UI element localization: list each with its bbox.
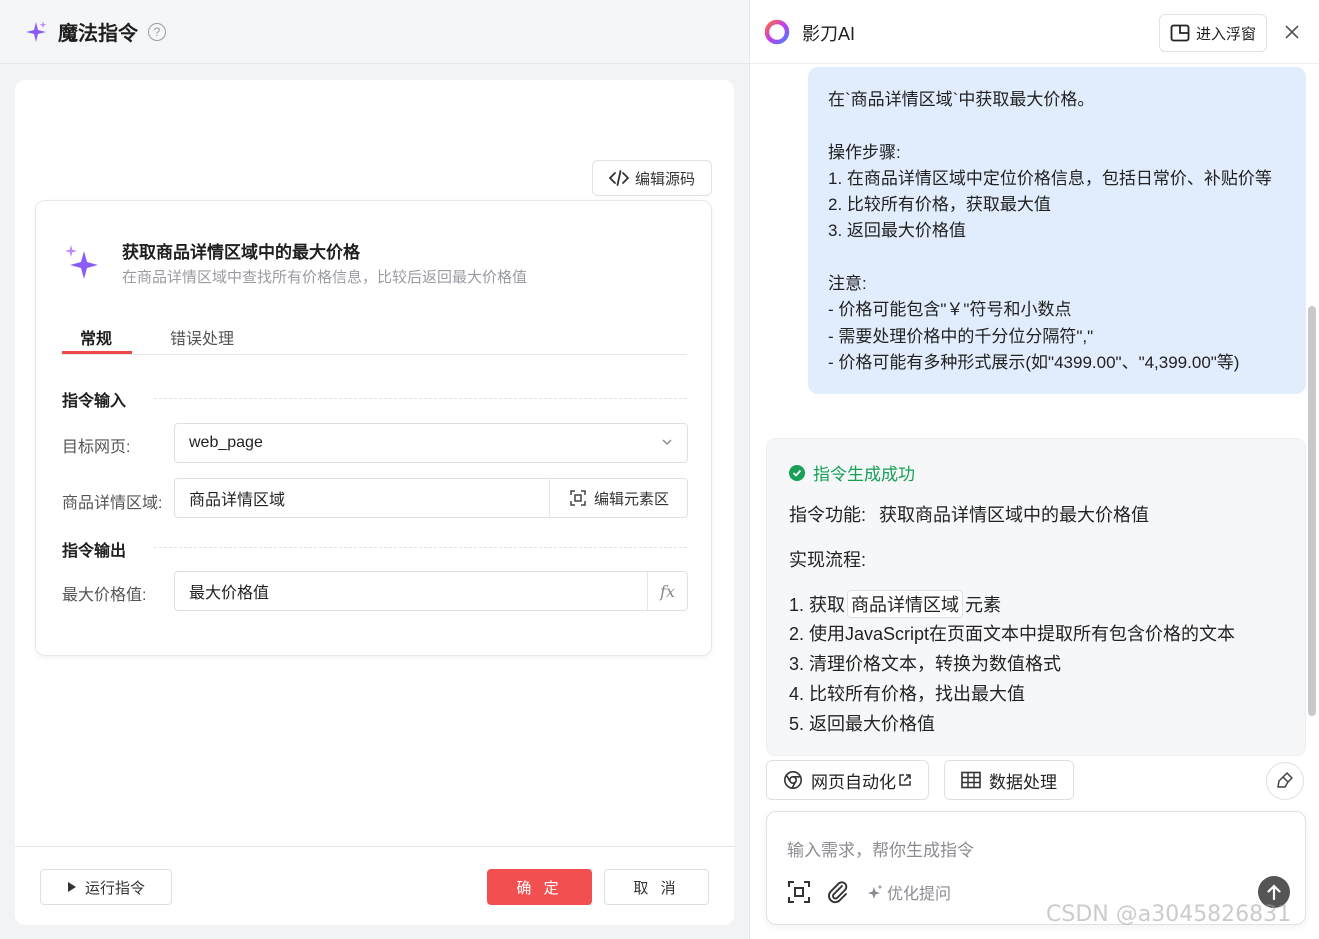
close-icon[interactable]: [1284, 24, 1300, 40]
magic-command-panel: 魔法指令 ? 编辑源码 获取商品详情区域中的最大价格 在商品详情区域中查找所有价…: [0, 0, 749, 939]
panel-title: 魔法指令: [58, 23, 138, 45]
float-window-icon: [1170, 24, 1190, 42]
yingdao-logo-icon: [764, 19, 790, 45]
sparkle-icon: [65, 245, 98, 279]
flow-step-4: 4. 比较所有价格，找出最大值: [789, 684, 1026, 704]
run-command-button[interactable]: 运行指令: [40, 869, 172, 905]
run-command-label: 运行指令: [84, 879, 145, 897]
function-line: 指令功能: 获取商品详情区域中的最大价格值: [789, 501, 1149, 527]
tab-error-handling[interactable]: 错误处理: [170, 325, 234, 349]
arrow-up-icon: [1267, 884, 1281, 900]
external-link-icon: [899, 774, 911, 786]
chevron-down-icon: [662, 439, 672, 445]
optimize-label: 优化提问: [887, 886, 952, 903]
max-price-field[interactable]: 最大价格值 fx: [174, 571, 688, 611]
active-tab-indicator: [62, 351, 132, 354]
flow-label: 实现流程:: [789, 550, 867, 570]
ai-assistant-panel: 影刀AI 进入浮窗 在`商品详情区域`中获取最大价格。 操作步骤: 1. 在商品…: [749, 0, 1319, 939]
screenshot-icon[interactable]: [787, 880, 811, 904]
table-icon: [961, 771, 981, 789]
float-window-label: 进入浮窗: [1195, 25, 1256, 43]
panel-header: 魔法指令 ?: [0, 0, 749, 64]
data-processing-label: 数据处理: [989, 772, 1057, 792]
code-icon: [608, 170, 629, 186]
detail-area-value: 商品详情区域: [189, 492, 286, 509]
target-page-value: web_page: [189, 434, 263, 451]
flow-step-5: 5. 返回最大价格值: [789, 714, 936, 734]
watermark: CSDN @a3045826831: [1046, 902, 1292, 927]
detail-area-label: 商品详情区域:: [62, 495, 163, 512]
chat-input-placeholder: 输入需求，帮你生成指令: [787, 841, 974, 860]
flow-step-2: 2. 使用JavaScript在页面文本中提取所有包含价格的文本: [789, 624, 1236, 644]
float-window-button[interactable]: 进入浮窗: [1159, 14, 1267, 52]
scan-icon: [570, 490, 586, 506]
web-automation-label: 网页自动化: [811, 772, 896, 792]
step1-prefix: 1. 获取: [789, 595, 846, 615]
target-page-select[interactable]: web_page: [174, 423, 688, 463]
section-divider: [154, 398, 687, 399]
flow-step-1: 1. 获取 商品详情区域 元素: [789, 590, 1001, 618]
attachment-icon[interactable]: [826, 880, 850, 904]
step1-suffix: 元素: [965, 595, 1002, 615]
confirm-button[interactable]: 确 定: [487, 869, 592, 905]
detail-area-field[interactable]: 商品详情区域 编辑元素区: [174, 478, 688, 518]
play-icon: [67, 882, 76, 892]
edit-source-button[interactable]: 编辑源码: [592, 160, 712, 196]
sparkle-icon: [26, 20, 47, 42]
command-card: 获取商品详情区域中的最大价格 在商品详情区域中查找所有价格信息，比较后返回最大价…: [35, 200, 712, 656]
command-header: 获取商品详情区域中的最大价格 在商品详情区域中查找所有价格信息，比较后返回最大价…: [62, 241, 527, 289]
command-description: 在商品详情区域中查找所有价格信息，比较后返回最大价格值: [122, 269, 528, 286]
tab-bar: 常规 错误处理: [62, 321, 687, 355]
help-icon[interactable]: ?: [148, 22, 166, 41]
success-text: 指令生成成功: [813, 465, 915, 484]
section-divider: [154, 547, 687, 548]
tab-general[interactable]: 常规: [80, 325, 112, 349]
edit-element-label: 编辑元素区: [593, 490, 669, 508]
output-section-title: 指令输出: [62, 543, 127, 560]
edit-element-button[interactable]: 编辑元素区: [548, 479, 687, 517]
max-price-value: 最大价格值: [189, 585, 270, 602]
check-circle-icon: [789, 464, 805, 481]
command-title: 获取商品详情区域中的最大价格: [122, 243, 360, 262]
brush-icon: [1277, 772, 1293, 788]
clear-chat-button[interactable]: [1266, 762, 1304, 800]
function-value: 获取商品详情区域中的最大价格值: [879, 505, 1150, 525]
chrome-icon: [784, 771, 802, 789]
optimize-question-button[interactable]: 优化提问: [867, 880, 951, 904]
fx-icon[interactable]: fx: [647, 572, 687, 610]
web-automation-button[interactable]: 网页自动化: [766, 760, 929, 800]
editor-footer: 运行指令 确 定 取 消: [15, 846, 734, 925]
element-chip[interactable]: 商品详情区域: [847, 590, 964, 618]
input-section-title: 指令输入: [62, 393, 127, 410]
function-label: 指令功能:: [789, 505, 867, 525]
chat-scrollbar[interactable]: [1308, 306, 1316, 716]
command-editor: 编辑源码 获取商品详情区域中的最大价格 在商品详情区域中查找所有价格信息，比较后…: [15, 80, 734, 925]
edit-source-label: 编辑源码: [634, 170, 695, 188]
success-status: 指令生成成功: [789, 460, 915, 485]
cancel-button[interactable]: 取 消: [604, 869, 709, 905]
assistant-name: 影刀AI: [802, 24, 856, 44]
user-message: 在`商品详情区域`中获取最大价格。 操作步骤: 1. 在商品详情区域中定位价格信…: [808, 67, 1306, 394]
sparkle-icon: [868, 884, 883, 899]
max-price-label: 最大价格值:: [62, 587, 147, 604]
target-page-label: 目标网页:: [62, 439, 131, 456]
data-processing-button[interactable]: 数据处理: [944, 760, 1074, 800]
ai-response-card: 指令生成成功 指令功能: 获取商品详情区域中的最大价格值 实现流程: 1. 获取…: [766, 438, 1306, 756]
flow-step-3: 3. 清理价格文本，转换为数值格式: [789, 654, 1062, 674]
assistant-header: 影刀AI 进入浮窗: [750, 0, 1319, 64]
